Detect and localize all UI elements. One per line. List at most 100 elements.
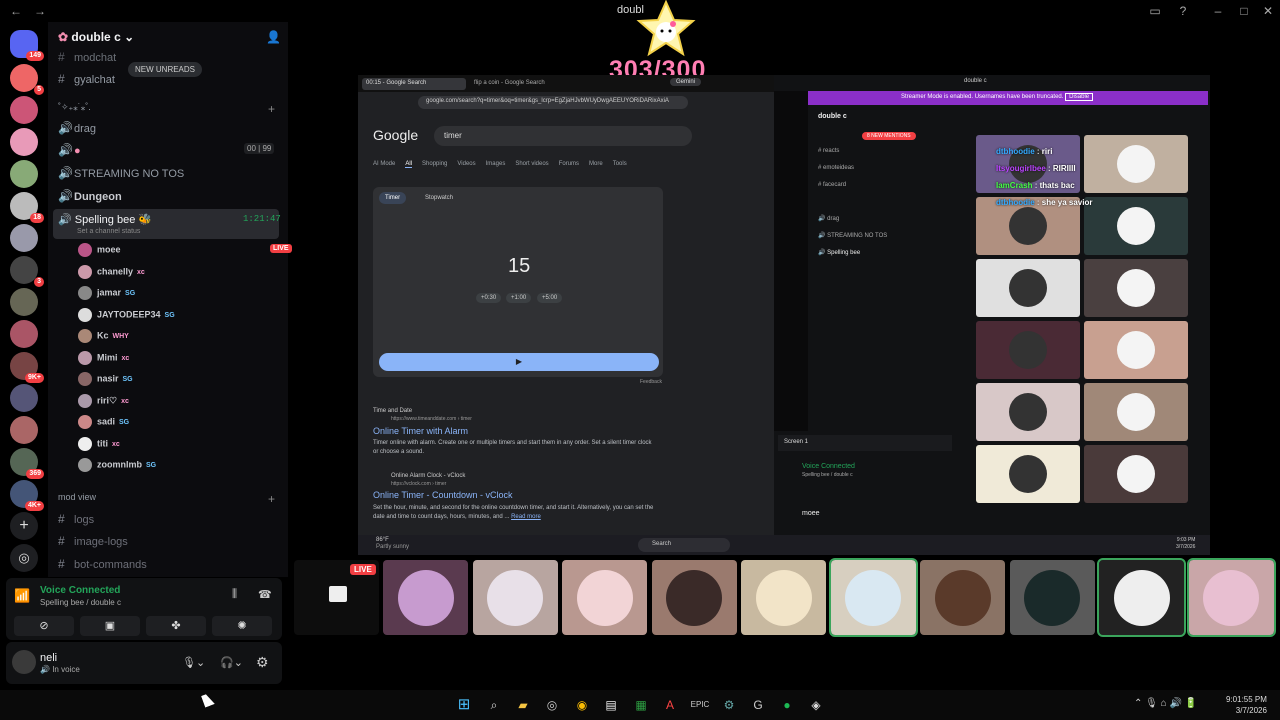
minimize-icon[interactable]: – (1210, 3, 1226, 19)
voice-member[interactable]: Mimi xc (78, 350, 129, 365)
help-icon[interactable]: ? (1175, 3, 1191, 19)
channel-bot-commands[interactable]: # bot-commands (58, 557, 147, 571)
new-mentions-pill[interactable]: 8 NEW MENTIONS (862, 132, 916, 140)
disconnect-icon[interactable]: ☎ (258, 588, 272, 601)
add-channel-icon[interactable]: + (268, 492, 275, 506)
invite-icon[interactable]: 👤 (266, 30, 281, 44)
inner-video-tile[interactable] (1084, 321, 1188, 379)
search-icon[interactable]: ⌕ (484, 695, 504, 715)
server-icon[interactable] (10, 96, 38, 124)
voice-member[interactable]: moee LIVE (78, 243, 292, 257)
disable-button[interactable]: Disable (1065, 93, 1094, 101)
voice-member[interactable]: JAYTODEEP34 SG (78, 307, 175, 322)
search-filter-tab[interactable]: Shopping (422, 161, 447, 167)
noise-suppression-icon[interactable]: ⫼ (232, 588, 237, 601)
voice-member[interactable]: jamar SG (78, 286, 135, 300)
channel-streaming[interactable]: 🔊STREAMING NO TOS (58, 166, 184, 180)
participant-tile[interactable] (1009, 560, 1095, 635)
stopwatch-tab[interactable]: Stopwatch (425, 195, 453, 201)
maximize-icon[interactable]: □ (1236, 3, 1252, 19)
server-icon[interactable] (10, 416, 38, 444)
settings-icon[interactable]: ⚙ (719, 695, 739, 715)
category-header[interactable]: ˚✧₊⁎˙⁎˚. (58, 102, 91, 113)
server-icon[interactable] (10, 160, 38, 188)
discover-icon[interactable]: ◎ (10, 544, 38, 572)
notes-icon[interactable]: ▤ (601, 695, 621, 715)
inner-server-name[interactable]: double c (818, 113, 847, 120)
participant-tile[interactable] (828, 558, 918, 637)
search-filter-tab[interactable]: AI Mode (373, 161, 395, 167)
avatar[interactable] (12, 650, 36, 674)
voice-member[interactable]: Kc WHY (78, 329, 129, 343)
gemini-button[interactable]: Gemini (670, 78, 702, 86)
voice-member[interactable]: riri♡ xc (78, 393, 129, 408)
voice-status[interactable]: Voice Connected (40, 585, 120, 596)
settings-gear-icon[interactable]: ⚙ (256, 654, 269, 671)
server-header[interactable]: ✿ double c ⌄ (58, 30, 134, 44)
inner-channel[interactable]: 🔊 drag (818, 211, 887, 228)
inner-screen-label[interactable]: Screen 1 (778, 435, 952, 451)
channel-dungeon[interactable]: 🔊Dungeon (58, 189, 122, 203)
channel-logs[interactable]: # logs (58, 512, 94, 526)
feedback-link[interactable]: Feedback (640, 379, 662, 385)
back-icon[interactable]: ← (8, 3, 24, 19)
close-icon[interactable]: ✕ (1260, 3, 1276, 19)
voice-member[interactable]: nasir SG (78, 372, 133, 386)
spotify-icon[interactable]: ● (777, 695, 797, 715)
server-icon[interactable]: 3 (10, 256, 44, 287)
search-filter-tab[interactable]: All (405, 161, 413, 168)
voice-member[interactable]: chanelly xc (78, 264, 145, 279)
new-unreads-pill[interactable]: NEW UNREADS (128, 62, 203, 77)
voice-member[interactable]: titi xc (78, 436, 120, 451)
inner-video-tile[interactable] (976, 259, 1080, 317)
server-icon[interactable]: 18 (10, 192, 44, 223)
channel-modchat[interactable]: # modchat (58, 50, 116, 64)
participant-tile[interactable] (1097, 558, 1186, 637)
google-logo[interactable]: Google (373, 127, 418, 143)
inner-search[interactable]: Search (638, 538, 730, 552)
participant-tile[interactable] (651, 560, 737, 635)
timer-tab[interactable]: Timer (379, 192, 407, 204)
add-channel-icon[interactable]: + (268, 102, 275, 116)
app-icon[interactable]: G (748, 695, 768, 715)
add-30s-button[interactable]: +0:30 (476, 293, 502, 303)
inner-video-tile[interactable] (1084, 259, 1188, 317)
active-voice-channel[interactable]: 🔊 Spelling bee 🐝 1:21:47 Set a channel s… (53, 209, 281, 239)
inner-channel[interactable]: 🔊 STREAMING NO TOS (818, 228, 887, 245)
search-input[interactable]: timer (434, 126, 692, 146)
voice-member[interactable]: sadi SG (78, 415, 129, 429)
server-icon[interactable]: 4K+ (10, 480, 44, 511)
search-filter-tab[interactable]: Videos (457, 161, 475, 167)
server-icon[interactable]: 9K+ (10, 352, 44, 383)
forward-icon[interactable]: → (32, 3, 48, 19)
browser-tab[interactable]: flip a coin - Google Search (470, 78, 574, 90)
inbox-icon[interactable]: ▭ (1147, 3, 1163, 19)
server-icon[interactable] (10, 224, 38, 252)
inner-video-tile[interactable] (976, 321, 1080, 379)
inner-video-tile[interactable] (1084, 383, 1188, 441)
search-filter-tab[interactable]: Images (486, 161, 506, 167)
inner-video-tile[interactable] (1084, 197, 1188, 255)
channel-gyalchat[interactable]: # gyalchat (58, 72, 115, 86)
excel-icon[interactable]: ▦ (631, 695, 651, 715)
participant-tile[interactable] (562, 560, 647, 635)
capcut-icon[interactable]: ◈ (806, 695, 826, 715)
inner-channel[interactable]: # facecard (818, 177, 887, 194)
home-button[interactable]: 149 (10, 30, 44, 61)
start-icon[interactable]: ⊞ (454, 695, 474, 715)
server-icon[interactable]: 369 (10, 448, 44, 479)
add-1m-button[interactable]: +1:00 (506, 293, 532, 303)
activities-button[interactable]: ✤ (146, 616, 206, 636)
participant-tile[interactable] (472, 560, 558, 635)
camera-off-button[interactable]: ⊘ (14, 616, 74, 636)
participant-tile[interactable] (383, 560, 468, 635)
start-button[interactable]: ▶ (379, 353, 659, 371)
voice-location[interactable]: Spelling bee / double c (40, 598, 121, 607)
inner-video-tile[interactable] (1084, 445, 1188, 503)
add-5m-button[interactable]: +5:00 (537, 293, 563, 303)
server-icon[interactable] (10, 288, 38, 316)
server-icon[interactable] (10, 320, 38, 348)
soundboard-button[interactable]: ✺ (212, 616, 272, 636)
inner-video-tile[interactable] (1084, 135, 1188, 193)
inner-channel[interactable]: 🔊 Spelling bee (818, 245, 887, 262)
